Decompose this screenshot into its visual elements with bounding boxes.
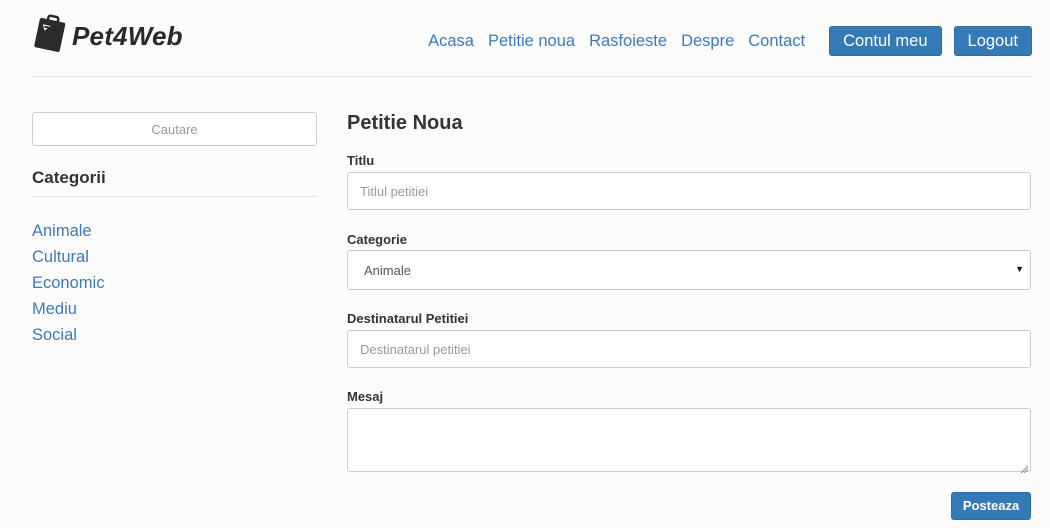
title-input[interactable] bbox=[347, 172, 1031, 210]
top-header: Pet4Web Acasa Petitie noua Rasfoieste De… bbox=[32, 0, 1032, 77]
account-button[interactable]: Contul meu bbox=[829, 26, 942, 56]
categories-heading: Categorii bbox=[32, 168, 317, 197]
category-link-animale[interactable]: Animale bbox=[32, 218, 317, 244]
pet-tag-logo-icon bbox=[32, 12, 68, 52]
resize-handle-icon[interactable] bbox=[1020, 461, 1029, 474]
category-select[interactable]: Animale ▼ bbox=[347, 250, 1031, 290]
main-nav: Acasa Petitie noua Rasfoieste Despre Con… bbox=[414, 26, 1032, 56]
title-label: Titlu bbox=[347, 153, 375, 168]
category-selected-value: Animale bbox=[364, 262, 411, 278]
new-petition-form: Petitie Noua Titlu Categorie Animale ▼ D… bbox=[347, 110, 1031, 520]
category-link-mediu[interactable]: Mediu bbox=[32, 296, 317, 322]
brand-logo[interactable]: Pet4Web bbox=[32, 8, 183, 56]
message-textarea[interactable] bbox=[347, 408, 1031, 474]
sidebar: Categorii Animale Cultural Economic Medi… bbox=[32, 112, 317, 348]
recipient-label: Destinatarul Petitiei bbox=[347, 311, 469, 326]
dropdown-arrow-icon: ▼ bbox=[1015, 264, 1024, 274]
recipient-input[interactable] bbox=[347, 330, 1031, 368]
brand-name: Pet4Web bbox=[72, 20, 183, 51]
search-input[interactable] bbox=[32, 112, 317, 146]
category-label: Categorie bbox=[347, 232, 407, 247]
nav-link-rasfoieste[interactable]: Rasfoieste bbox=[589, 27, 667, 55]
category-link-cultural[interactable]: Cultural bbox=[32, 244, 317, 270]
message-label: Mesaj bbox=[347, 389, 384, 404]
categories-list: Animale Cultural Economic Mediu Social bbox=[32, 218, 317, 348]
category-link-social[interactable]: Social bbox=[32, 322, 317, 348]
nav-link-acasa[interactable]: Acasa bbox=[428, 27, 474, 55]
nav-link-contact[interactable]: Contact bbox=[748, 27, 805, 55]
nav-link-petitie-noua[interactable]: Petitie noua bbox=[488, 27, 575, 55]
page-title: Petitie Noua bbox=[347, 112, 463, 134]
logout-button[interactable]: Logout bbox=[953, 26, 1032, 56]
submit-button[interactable]: Posteaza bbox=[951, 492, 1031, 520]
category-link-economic[interactable]: Economic bbox=[32, 270, 317, 296]
nav-link-despre[interactable]: Despre bbox=[681, 27, 734, 55]
